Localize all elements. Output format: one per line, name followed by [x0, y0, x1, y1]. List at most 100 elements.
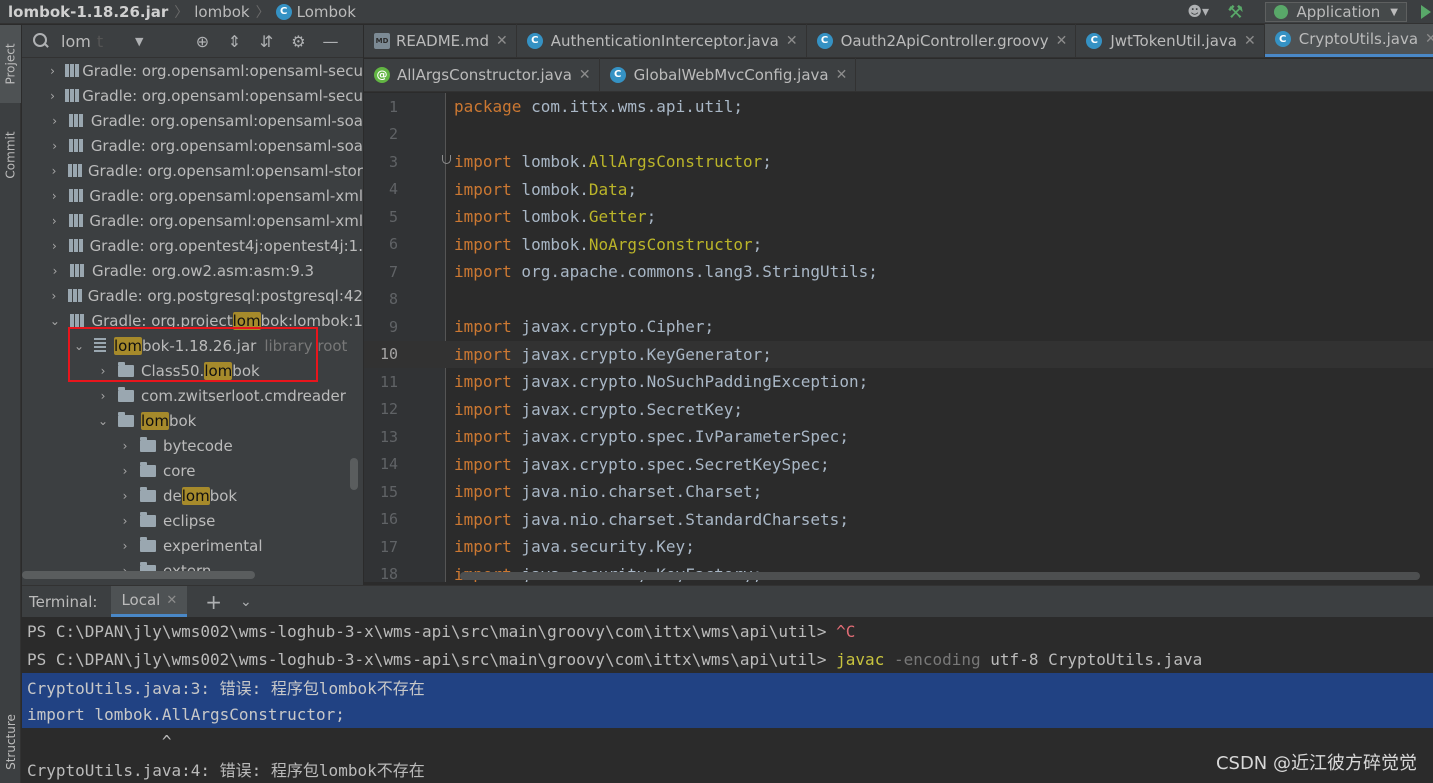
jar-icon — [94, 337, 106, 354]
tree-item-lombok-jar[interactable]: ⌄ lom bok-1.18.26.jar library root — [22, 333, 363, 358]
chevron-down-icon[interactable]: ⌄ — [240, 594, 252, 610]
editor-tab[interactable]: @ AllArgsConstructor.java ✕ — [364, 58, 600, 91]
chevron-right-icon[interactable]: › — [118, 464, 132, 478]
code-line[interactable]: 7 import org.apache.commons.lang3.StringU… — [364, 258, 1433, 286]
tree-item-gradle-library[interactable]: › Gradle: org.opensaml:opensaml-secu — [22, 58, 363, 83]
code-line[interactable]: 5 import lombok.Getter; — [364, 203, 1433, 231]
chevron-right-icon[interactable]: › — [48, 164, 60, 178]
tree-item-gradle-library[interactable]: › Gradle: org.opensaml:opensaml-stor — [22, 158, 363, 183]
chevron-right-icon[interactable]: › — [48, 264, 62, 278]
close-icon[interactable]: ✕ — [1056, 33, 1068, 49]
editor-tab[interactable]: MD README.md ✕ — [364, 24, 517, 57]
chevron-down-icon[interactable]: ⌄ — [48, 314, 62, 328]
breadcrumb-folder[interactable]: lombok — [194, 0, 249, 24]
tree-item-gradle-library[interactable]: › Gradle: org.opensaml:opensaml-soa — [22, 108, 363, 133]
tree-item-gradle-library[interactable]: › Gradle: org.opentest4j:opentest4j:1. — [22, 233, 363, 258]
chevron-down-icon[interactable]: ▼ — [135, 35, 143, 48]
code-line[interactable]: 1 package com.ittx.wms.api.util; — [364, 93, 1433, 121]
close-icon[interactable]: ✕ — [166, 593, 177, 608]
code-line[interactable]: 16 import java.nio.charset.StandardCharse… — [364, 506, 1433, 534]
tree-item-gradle-library[interactable]: › Gradle: org.opensaml:opensaml-xml — [22, 208, 363, 233]
tool-tab-structure[interactable]: Structure — [0, 701, 21, 783]
tool-tab-commit[interactable]: Commit — [0, 117, 21, 193]
tree-item-lombok-library[interactable]: ⌄ Gradle: org.project lom bok:lombok:1 — [22, 308, 363, 333]
chevron-down-icon[interactable]: ⌄ — [96, 414, 110, 428]
code-line[interactable]: 13 import javax.crypto.spec.IvParameterSp… — [364, 423, 1433, 451]
code-line[interactable]: 4 import lombok.Data; — [364, 176, 1433, 204]
code-line[interactable]: 10 import javax.crypto.KeyGenerator; — [364, 340, 1433, 368]
editor-tab[interactable]: C JwtTokenUtil.java ✕ — [1076, 24, 1265, 57]
close-icon[interactable]: ✕ — [786, 33, 798, 49]
close-icon[interactable]: ✕ — [836, 67, 848, 83]
gear-icon[interactable]: ⚙ — [289, 32, 307, 51]
chevron-right-icon[interactable]: › — [118, 539, 132, 553]
build-hammer-icon[interactable]: ⚒ — [1227, 2, 1243, 23]
new-terminal-plus-icon[interactable]: + — [205, 590, 222, 614]
chevron-right-icon[interactable]: › — [96, 389, 110, 403]
code-editor[interactable]: 1 package com.ittx.wms.api.util; 2 3 import … — [364, 93, 1433, 582]
editor-tab[interactable]: C CryptoUtils.java ✕ — [1264, 24, 1433, 57]
code-text: import java.nio.charset.StandardCharsets… — [446, 510, 849, 529]
close-icon[interactable]: ✕ — [496, 33, 508, 49]
run-configuration-selector[interactable]: Application ▼ — [1265, 2, 1407, 22]
code-line[interactable]: 15 import java.nio.charset.Charset; — [364, 478, 1433, 506]
code-line[interactable]: 8 — [364, 286, 1433, 314]
editor-tab[interactable]: C GlobalWebMvcConfig.java ✕ — [600, 58, 857, 91]
chevron-right-icon[interactable]: › — [48, 189, 61, 203]
code-line[interactable]: 3 import lombok.AllArgsConstructor; — [364, 148, 1433, 176]
code-line[interactable]: 9 import javax.crypto.Cipher; — [364, 313, 1433, 341]
tree-item-experimental[interactable]: › experimental — [22, 533, 363, 558]
project-speed-search[interactable]: lom t — [61, 30, 135, 52]
tool-tab-project[interactable]: Project — [0, 25, 21, 103]
close-icon[interactable]: ✕ — [1244, 33, 1256, 49]
tree-item-lombok-package[interactable]: ⌄ lom bok — [22, 408, 363, 433]
chevron-right-icon[interactable]: › — [96, 364, 110, 378]
vcs-user-icon[interactable]: ☻▾ — [1187, 2, 1213, 22]
chevron-right-icon[interactable]: › — [48, 89, 57, 103]
chevron-right-icon[interactable]: › — [48, 139, 61, 153]
tree-item-class50-lombok[interactable]: › Class50. lom bok — [22, 358, 363, 383]
breadcrumb-class[interactable]: C Lombok — [275, 0, 356, 24]
vertical-scrollbar[interactable] — [350, 458, 358, 490]
chevron-right-icon[interactable]: › — [118, 439, 132, 453]
tree-item-gradle-library[interactable]: › Gradle: org.opensaml:opensaml-xml — [22, 183, 363, 208]
editor-tab[interactable]: C AuthenticationInterceptor.java ✕ — [517, 24, 807, 57]
chevron-right-icon[interactable]: › — [118, 514, 132, 528]
tree-item-eclipse[interactable]: › eclipse — [22, 508, 363, 533]
tree-item-gradle-library[interactable]: › Gradle: org.ow2.asm:asm:9.3 — [22, 258, 363, 283]
fold-marker-icon[interactable] — [442, 155, 451, 164]
tree-item-gradle-library[interactable]: › Gradle: org.opensaml:opensaml-soa — [22, 133, 363, 158]
chevron-right-icon[interactable]: › — [48, 214, 61, 228]
hide-panel-icon[interactable]: — — [321, 32, 339, 51]
collapse-all-icon[interactable]: ⇵ — [257, 32, 275, 51]
code-line[interactable]: 11 import javax.crypto.NoSuchPaddingExcep… — [364, 368, 1433, 396]
code-line[interactable]: 17 import java.security.Key; — [364, 533, 1433, 561]
tree-item-gradle-library[interactable]: › Gradle: org.postgresql:postgresql:42 — [22, 283, 363, 308]
code-line[interactable]: 6 import lombok.NoArgsConstructor; — [364, 231, 1433, 259]
tree-item-cmdreader[interactable]: › com.zwitserloot.cmdreader — [22, 383, 363, 408]
line-number: 1 — [388, 97, 398, 116]
chevron-right-icon[interactable]: › — [48, 239, 61, 253]
locate-file-icon[interactable]: ⊕ — [193, 32, 211, 51]
chevron-down-icon[interactable]: ⌄ — [72, 339, 86, 353]
expand-all-icon[interactable]: ⇕ — [225, 32, 243, 51]
run-icon[interactable] — [1421, 5, 1431, 19]
close-icon[interactable]: ✕ — [1425, 31, 1433, 47]
horizontal-scrollbar[interactable] — [460, 572, 1420, 580]
tree-item-gradle-library[interactable]: › Gradle: org.opensaml:opensaml-secu — [22, 83, 363, 108]
tree-item-delombok[interactable]: › de lom bok — [22, 483, 363, 508]
tree-item-bytecode[interactable]: › bytecode — [22, 433, 363, 458]
chevron-right-icon[interactable]: › — [118, 489, 132, 503]
code-line[interactable]: 14 import javax.crypto.spec.SecretKeySpec… — [364, 451, 1433, 479]
editor-tab[interactable]: C Oauth2ApiController.groovy ✕ — [807, 24, 1077, 57]
tree-item-core[interactable]: › core — [22, 458, 363, 483]
horizontal-scrollbar[interactable] — [22, 571, 255, 579]
chevron-right-icon[interactable]: › — [48, 289, 60, 303]
code-line[interactable]: 12 import javax.crypto.SecretKey; — [364, 396, 1433, 424]
terminal-tab-local[interactable]: Local ✕ — [111, 586, 188, 617]
chevron-right-icon[interactable]: › — [48, 114, 61, 128]
chevron-right-icon[interactable]: › — [48, 64, 57, 78]
code-line[interactable]: 2 — [364, 121, 1433, 149]
close-icon[interactable]: ✕ — [579, 67, 591, 83]
breadcrumb-jar[interactable]: lombok-1.18.26.jar — [0, 0, 168, 24]
